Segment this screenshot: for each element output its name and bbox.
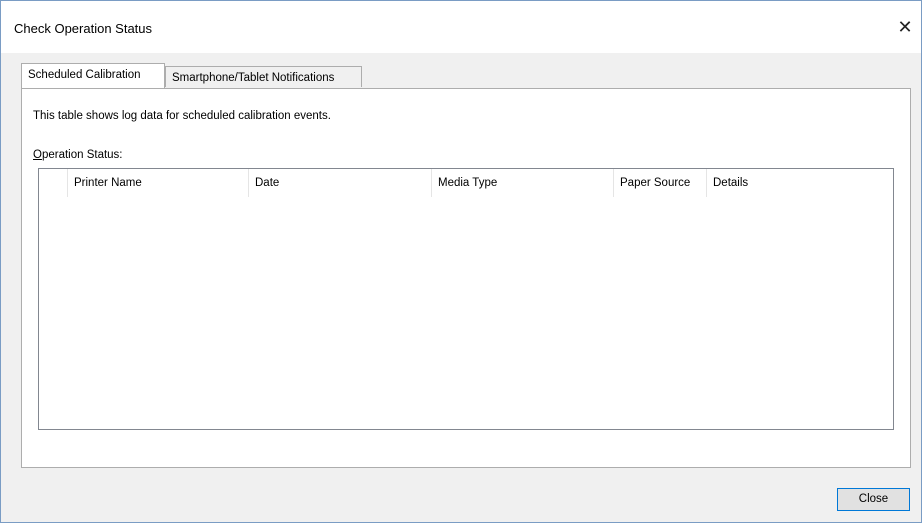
close-icon[interactable]: ✕ bbox=[893, 15, 917, 39]
column-header-printer-name[interactable]: Printer Name bbox=[68, 169, 249, 197]
table-body-empty[interactable] bbox=[39, 197, 893, 429]
operation-status-label-text: peration Status: bbox=[41, 149, 123, 161]
operation-status-table[interactable]: Printer Name Date Media Type Paper Sourc… bbox=[38, 168, 894, 430]
panel-description: This table shows log data for scheduled … bbox=[33, 110, 331, 122]
window-title: Check Operation Status bbox=[14, 21, 153, 36]
column-header-media-type[interactable]: Media Type bbox=[432, 169, 614, 197]
column-header-blank[interactable] bbox=[39, 169, 68, 197]
column-header-paper-source[interactable]: Paper Source bbox=[614, 169, 707, 197]
close-button[interactable]: Close bbox=[837, 488, 910, 511]
operation-status-label-accelerator: O bbox=[33, 149, 42, 161]
tab-scheduled-calibration[interactable]: Scheduled Calibration bbox=[21, 63, 165, 88]
tab-smartphone-tablet-notifications[interactable]: Smartphone/Tablet Notifications bbox=[165, 66, 362, 87]
column-header-date[interactable]: Date bbox=[249, 169, 432, 197]
column-header-details[interactable]: Details bbox=[707, 169, 893, 197]
title-bar: Check Operation Status ✕ bbox=[1, 1, 921, 53]
tab-panel-scheduled-calibration: This table shows log data for scheduled … bbox=[21, 88, 911, 468]
table-header: Printer Name Date Media Type Paper Sourc… bbox=[39, 169, 893, 197]
operation-status-label: Operation Status: bbox=[33, 149, 123, 161]
check-operation-status-dialog: Check Operation Status ✕ Scheduled Calib… bbox=[0, 0, 922, 523]
